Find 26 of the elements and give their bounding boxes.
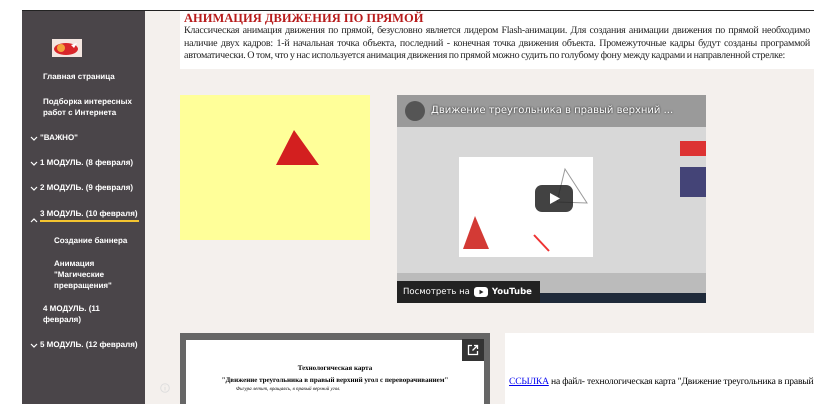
watch-on-youtube-button[interactable]: Посмотреть на YouTube (397, 280, 540, 302)
chevron-icon[interactable] (30, 186, 38, 192)
link-paragraph: ССЫЛКА на файл- технологическая карта "Движение треугольника в правый (509, 376, 814, 386)
nav-item[interactable]: "ВАЖНО" (40, 132, 139, 145)
nav-item[interactable]: 3 МОДУЛЬ. (10 февраля) (40, 208, 139, 222)
nav-item[interactable]: Главная страница (43, 71, 139, 84)
logo-icon (52, 39, 82, 57)
play-logo-icon (474, 286, 488, 296)
open-external-button[interactable] (462, 338, 484, 360)
open-external-icon (467, 344, 479, 356)
video-player[interactable]: Движение треугольника в правый верхний ... Посмотреть на YouTube (397, 94, 706, 302)
nav-item[interactable]: 4 МОДУЛЬ. (11 февраля) (43, 303, 139, 327)
nav-item[interactable]: 2 МОДУЛЬ. (9 февраля) (40, 182, 139, 195)
nav-subitem[interactable]: Анимация "Магические превращения" (30, 258, 139, 291)
nav-item[interactable]: Подборка интересных работ с Интернета (43, 96, 139, 120)
chevron-icon[interactable] (30, 160, 38, 166)
chevron-icon[interactable] (30, 342, 38, 348)
nav-subitem[interactable]: Создание баннера (30, 235, 139, 246)
article-heading: АНИМАЦИЯ ДВИЖЕНИЯ ПО ПРЯМОЙ (184, 11, 424, 25)
article-text: Классическая анимация движения по прямой, безусловно является лидером Flash-анимации. Для создания анимации движения по прямой необходимо наличие двух кадров: 1-й начальная точка объекта, последний - конечная точка движения объекта. Промежуточные кадры будут созданы программой автоматически. О том, что у нас используется анимация движения по прямой можно судить по голубому фону между кадрами и направленной стрелке: (184, 25, 810, 62)
file-link[interactable]: ССЫЛКА (509, 376, 549, 386)
play-button[interactable] (535, 184, 573, 212)
chevron-icon[interactable] (30, 217, 38, 223)
chevron-icon[interactable] (30, 136, 38, 142)
nav-item[interactable]: 1 МОДУЛЬ. (8 февраля) (40, 157, 139, 170)
nav-item[interactable]: 5 МОДУЛЬ. (12 февраля) (40, 339, 139, 352)
